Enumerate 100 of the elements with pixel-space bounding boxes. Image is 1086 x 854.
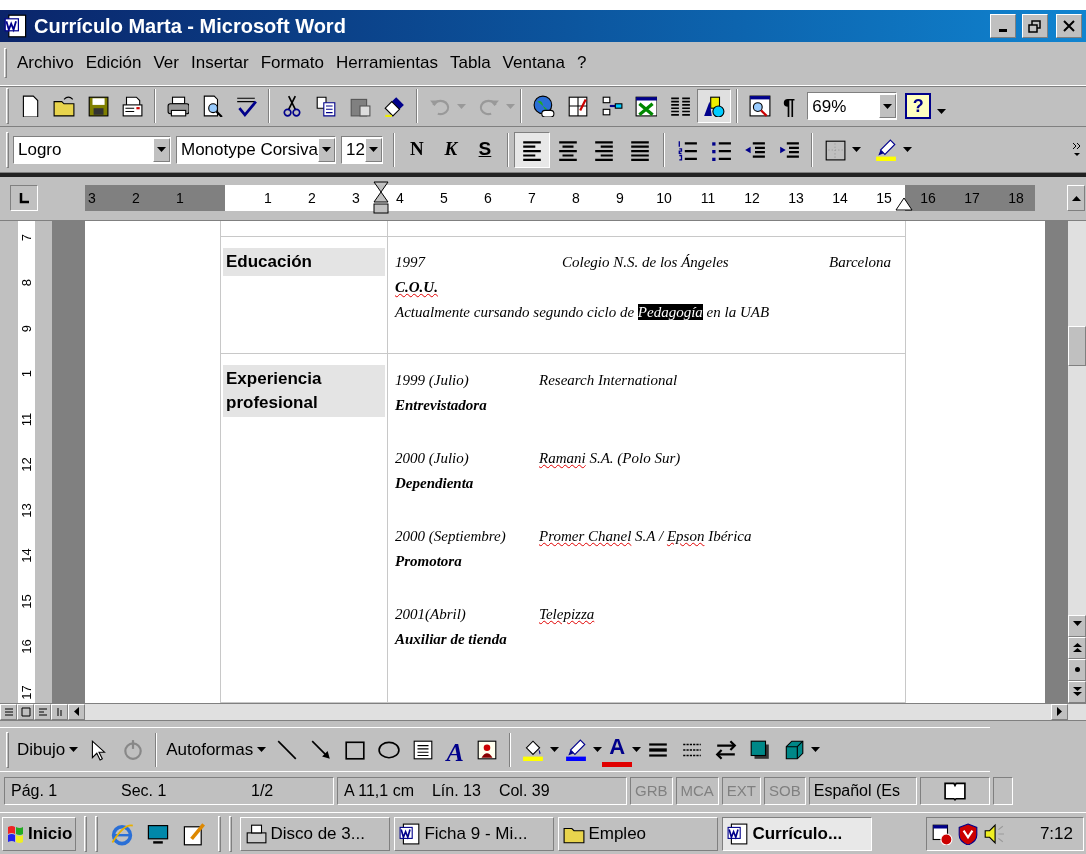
italic-button[interactable]: K [433, 132, 468, 167]
caret-icon[interactable] [322, 147, 331, 153]
indent-marker-icon[interactable] [373, 181, 389, 216]
caret-icon[interactable] [937, 108, 947, 114]
web-layout-button[interactable] [17, 703, 34, 720]
caret-icon[interactable] [593, 747, 603, 753]
caret-icon[interactable] [550, 747, 560, 753]
menu-item[interactable]: Ver [147, 50, 185, 76]
entry-place: Promer Chanel S.A / Epson Ibérica [539, 526, 752, 546]
arrow-style-icon [715, 738, 738, 761]
page-lines-icon [37, 706, 48, 717]
scissors-icon [281, 95, 303, 118]
caret-icon[interactable] [811, 747, 821, 753]
normal-view-button[interactable] [0, 703, 17, 720]
restore-button[interactable] [1022, 13, 1048, 38]
tab-selector-button[interactable] [10, 185, 38, 212]
entry-title: Dependienta [395, 473, 474, 493]
caret-icon[interactable] [69, 747, 79, 753]
square-icon [20, 706, 31, 717]
word-document-icon[interactable] [4, 13, 28, 38]
ruler-number: 6 [483, 189, 493, 209]
outline-view-button[interactable] [51, 703, 68, 720]
line-icon [276, 738, 299, 761]
notepad-pencil-icon[interactable] [182, 821, 207, 846]
help-button[interactable]: ? [905, 93, 932, 120]
taskbar-button[interactable]: Currículo... [722, 816, 873, 851]
taskbar-button[interactable]: Empleo [558, 816, 719, 851]
status-panel [992, 777, 1013, 806]
ruler-number: 14 [831, 189, 849, 209]
language-indicator[interactable]: Español (Es [808, 777, 917, 806]
menu-item[interactable]: Formato [254, 50, 330, 76]
start-button[interactable]: Inicio [2, 816, 77, 851]
style-dropdown[interactable]: Logro [13, 135, 171, 164]
ruler-number: 4 [395, 189, 405, 209]
more-buttons-icon[interactable] [1072, 141, 1082, 158]
ruler-number: 16 [919, 189, 937, 209]
scroll-up-button[interactable] [1067, 185, 1085, 212]
speaker-icon[interactable] [983, 822, 1005, 845]
table-pencil-icon [567, 95, 589, 118]
show-formatting-button[interactable]: ¶ [777, 89, 802, 123]
close-button[interactable] [1056, 13, 1082, 38]
menu-item[interactable]: Tabla [443, 50, 497, 76]
3d-box-icon [783, 738, 806, 761]
double-up-arrow-icon [1072, 643, 1082, 653]
browse-object-button[interactable] [1068, 658, 1086, 681]
caret-icon[interactable] [902, 147, 912, 153]
taskbar-button[interactable]: Ficha 9 - Mi... [394, 816, 555, 851]
shield-icon[interactable] [957, 822, 979, 845]
right-indent-marker-icon[interactable] [895, 197, 913, 212]
entry-title: Promotora [395, 551, 462, 571]
minimize-button[interactable] [990, 13, 1016, 38]
caret-icon[interactable] [851, 147, 861, 153]
align-left-button[interactable] [513, 131, 550, 168]
menu-item[interactable]: Herramientas [329, 50, 444, 76]
menu-item[interactable]: Insertar [185, 50, 255, 76]
columns-icon [669, 95, 691, 118]
menu-item[interactable]: ? [571, 50, 593, 76]
scroll-thumb[interactable] [1068, 325, 1086, 366]
envelope-icon [121, 95, 143, 118]
vertical-scrollbar[interactable] [1068, 220, 1086, 703]
next-page-button[interactable] [1068, 680, 1086, 703]
autoshapes-menu-button[interactable]: Autoformas [162, 733, 271, 766]
status-text: 1/2 [251, 781, 274, 802]
folder-icon [53, 95, 75, 118]
ruler-number: 15 [875, 189, 893, 209]
underline-button[interactable]: S [467, 132, 502, 167]
caret-icon[interactable] [257, 747, 267, 753]
caret-icon[interactable] [632, 747, 642, 753]
section-heading: Educación [223, 248, 385, 277]
font-dropdown[interactable]: Monotype Corsiva [176, 135, 336, 164]
menu-item[interactable]: Edición [79, 50, 148, 76]
align-right-icon [592, 138, 615, 161]
scroll-down-button[interactable] [1068, 614, 1086, 637]
menu-item[interactable]: Ventana [496, 50, 571, 76]
wordart-button[interactable]: A [440, 732, 471, 767]
document-magnifier-icon [749, 95, 771, 118]
bars-icon [54, 706, 65, 717]
font-color-button[interactable]: A [602, 732, 633, 767]
draw-menu-button[interactable]: Dibujo [13, 733, 83, 766]
caret-icon[interactable] [883, 103, 893, 109]
ruler-number: 17 [963, 189, 981, 209]
zoom-dropdown[interactable]: 69% [807, 92, 898, 121]
print-layout-button[interactable] [34, 703, 51, 720]
scroll-right-button[interactable] [1051, 703, 1068, 720]
ruler-number: 11 [699, 189, 717, 209]
scroll-left-button[interactable] [68, 703, 85, 720]
bold-button[interactable]: N [399, 132, 434, 167]
shapes-button[interactable] [697, 89, 731, 124]
book-icon[interactable] [943, 780, 966, 803]
entry-title: Auxiliar de tienda [395, 629, 507, 649]
caret-icon[interactable] [157, 147, 166, 153]
menu-item[interactable]: Archivo [11, 50, 80, 76]
ruler-number: 9 [615, 189, 625, 209]
calendar-clock-icon[interactable] [931, 822, 953, 845]
browser-e-icon[interactable] [110, 821, 135, 846]
font-size-dropdown[interactable]: 12 [341, 135, 383, 164]
previous-page-button[interactable] [1068, 636, 1086, 659]
status-text: Pág. 1 [11, 781, 59, 802]
caret-icon[interactable] [368, 147, 378, 153]
taskbar-button[interactable]: Disco de 3... [240, 816, 391, 851]
